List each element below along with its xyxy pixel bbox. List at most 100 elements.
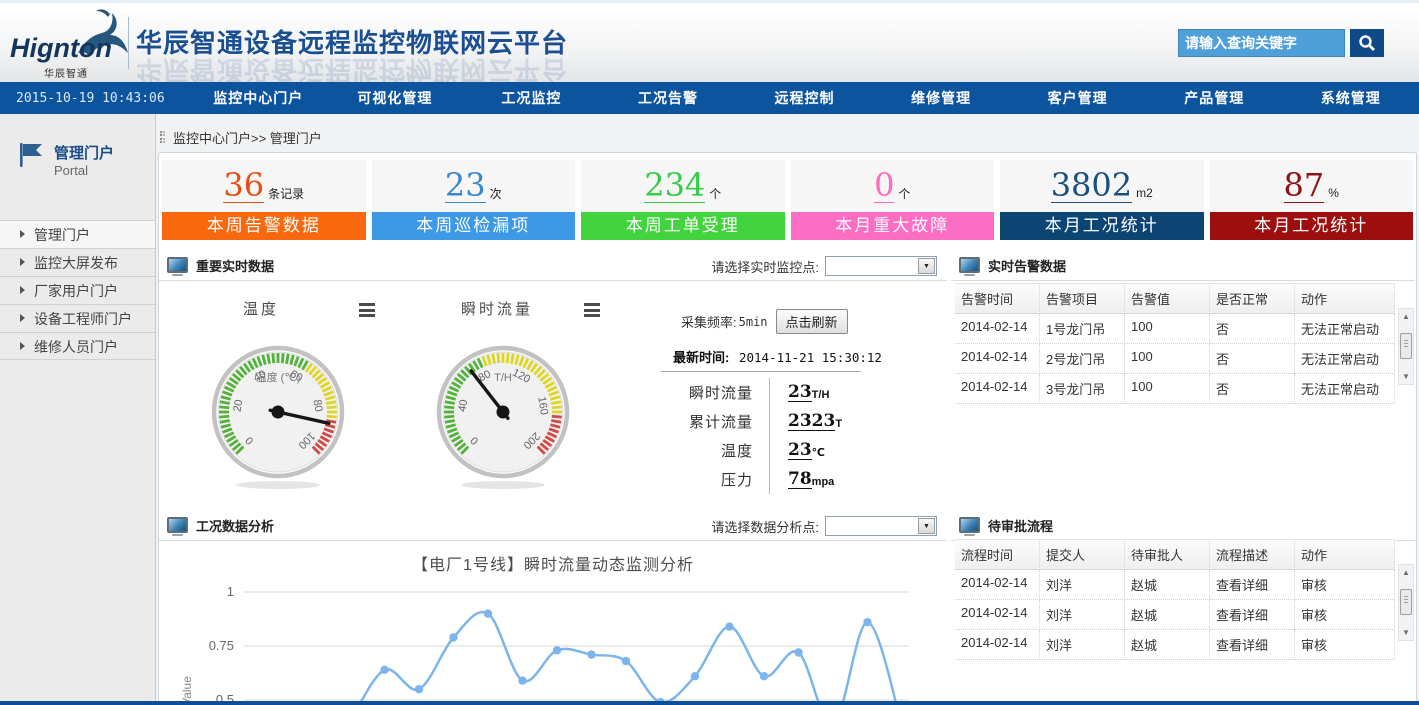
stat-card-top: 0个 xyxy=(791,160,995,212)
nav-item-7[interactable]: 产品管理 xyxy=(1146,88,1283,108)
search-icon xyxy=(1358,34,1376,52)
stat-label-bar[interactable]: 本周告警数据 xyxy=(162,212,366,240)
approval-panel-header: 待审批流程 xyxy=(951,511,1415,541)
logo-text: Hignton xyxy=(10,33,112,64)
monitor-icon xyxy=(959,257,980,273)
alarm-table-scrollbar[interactable]: ▲ ▼ xyxy=(1398,308,1414,385)
stat-card-3[interactable]: 0个本月重大故障 xyxy=(791,160,995,240)
table-cell[interactable]: 查看详细 xyxy=(1210,600,1295,630)
stat-label-bar[interactable]: 本月重大故障 xyxy=(791,212,995,240)
table-cell[interactable]: 查看详细 xyxy=(1210,570,1295,600)
flow-line-chart: 10.750.5Value xyxy=(159,541,945,705)
table-cell[interactable]: 否 xyxy=(1210,374,1295,404)
portal-subtitle: Portal xyxy=(54,163,88,178)
temperature-gauge: 020406080100温度 (℃) xyxy=(203,337,353,492)
stat-cards: 36条记录本周告警数据23次本周巡检漏项234个本周工单受理0个本月重大故障38… xyxy=(162,160,1413,240)
scrollbar-thumb[interactable] xyxy=(1400,589,1412,615)
hamburger-menu-icon[interactable] xyxy=(359,303,375,320)
monitor-icon xyxy=(167,257,188,273)
realtime-panel-header: 重要实时数据 请选择实时监控点: ▼ xyxy=(159,251,947,281)
content-container: 36条记录本周告警数据23次本周巡检漏项234个本周工单受理0个本月重大故障38… xyxy=(158,152,1417,705)
stat-unit: m2 xyxy=(1136,186,1153,200)
sidebar-item-1[interactable]: 监控大屏发布 xyxy=(0,248,155,276)
scroll-down-icon[interactable]: ▼ xyxy=(1399,372,1413,381)
stat-value[interactable]: 3802 xyxy=(1051,169,1132,203)
chevron-down-icon[interactable]: ▼ xyxy=(918,258,935,274)
stat-label-bar[interactable]: 本月工况统计 xyxy=(1210,212,1414,240)
table-action-cell[interactable]: 无法正常启动 xyxy=(1295,374,1395,404)
stat-value[interactable]: 234 xyxy=(644,169,705,203)
stat-card-4[interactable]: 3802 m2 本月工况统计 xyxy=(1000,160,1204,240)
nav-item-1[interactable]: 可视化管理 xyxy=(327,88,464,108)
logo-subtext: 华辰智通 xyxy=(44,65,88,80)
nav-item-3[interactable]: 工况告警 xyxy=(600,88,737,108)
table-header-cell: 流程描述 xyxy=(1210,539,1295,570)
table-cell[interactable]: 否 xyxy=(1210,344,1295,374)
scrollbar-thumb[interactable] xyxy=(1400,333,1412,359)
stat-unit: % xyxy=(1328,186,1339,200)
stat-label-bar[interactable]: 本周巡检漏项 xyxy=(372,212,576,240)
footer-bar xyxy=(0,701,1419,705)
table-cell: 2014-02-14 xyxy=(955,314,1040,344)
monitor-icon xyxy=(959,517,980,533)
hamburger-menu-icon[interactable] xyxy=(584,303,600,320)
sidebar-item-0[interactable]: 管理门户 xyxy=(0,220,155,248)
stat-value[interactable]: 23 xyxy=(445,169,486,203)
table-action-cell[interactable]: 无法正常启动 xyxy=(1295,344,1395,374)
chevron-down-icon[interactable]: ▼ xyxy=(918,518,935,534)
stat-label-bar[interactable]: 本周工单受理 xyxy=(581,212,785,240)
scroll-up-icon[interactable]: ▲ xyxy=(1399,312,1413,321)
reading-label: 瞬时流量 xyxy=(629,382,769,403)
table-action-cell[interactable]: 审核 xyxy=(1295,570,1395,600)
table-row[interactable]: 2014-02-143号龙门吊100否无法正常启动 xyxy=(955,374,1395,404)
search-button[interactable] xyxy=(1350,29,1384,57)
search-box xyxy=(1178,29,1345,57)
nav-items: 监控中心门户可视化管理工况监控工况告警远程控制维修管理客户管理产品管理系统管理 xyxy=(190,88,1419,108)
analysis-point-select[interactable]: ▼ xyxy=(825,516,937,536)
scroll-down-icon[interactable]: ▼ xyxy=(1399,628,1413,637)
nav-item-0[interactable]: 监控中心门户 xyxy=(190,88,327,108)
stat-label-bar[interactable]: 本月工况统计 xyxy=(1000,212,1204,240)
nav-item-6[interactable]: 客户管理 xyxy=(1009,88,1146,108)
nav-item-8[interactable]: 系统管理 xyxy=(1283,88,1419,108)
table-row[interactable]: 2014-02-14刘洋赵城查看详细审核 xyxy=(955,570,1395,600)
sample-frequency-label: 采集频率: xyxy=(681,312,737,331)
breadcrumb: 监控中心门户>> 管理门户 xyxy=(160,126,322,148)
table-action-cell[interactable]: 无法正常启动 xyxy=(1295,314,1395,344)
search-input[interactable] xyxy=(1179,30,1344,56)
main-area: 监控中心门户>> 管理门户 36条记录本周告警数据23次本周巡检漏项234个本周… xyxy=(158,114,1419,705)
stat-value[interactable]: 87 xyxy=(1284,169,1325,203)
table-cell[interactable]: 否 xyxy=(1210,314,1295,344)
reading-label: 温度 xyxy=(629,440,769,461)
table-cell[interactable]: 查看详细 xyxy=(1210,630,1295,660)
refresh-button[interactable]: 点击刷新 xyxy=(776,309,848,334)
nav-item-4[interactable]: 远程控制 xyxy=(736,88,873,108)
table-action-cell[interactable]: 审核 xyxy=(1295,630,1395,660)
nav-item-5[interactable]: 维修管理 xyxy=(873,88,1010,108)
monitor-point-select[interactable]: ▼ xyxy=(825,256,937,276)
table-header-row: 告警时间告警项目告警值是否正常动作 xyxy=(955,283,1395,314)
table-cell: 100 xyxy=(1125,344,1210,374)
stat-card-1[interactable]: 23次本周巡检漏项 xyxy=(372,160,576,240)
table-action-cell[interactable]: 审核 xyxy=(1295,600,1395,630)
table-row[interactable]: 2014-02-141号龙门吊100否无法正常启动 xyxy=(955,314,1395,344)
stat-card-2[interactable]: 234个本周工单受理 xyxy=(581,160,785,240)
sidebar-item-2[interactable]: 厂家用户门户 xyxy=(0,276,155,304)
table-cell: 赵城 xyxy=(1125,600,1210,630)
table-cell: 2号龙门吊 xyxy=(1040,344,1125,374)
stat-value[interactable]: 36 xyxy=(223,169,264,203)
table-row[interactable]: 2014-02-14刘洋赵城查看详细审核 xyxy=(955,630,1395,660)
flag-icon xyxy=(18,142,44,168)
stat-card-0[interactable]: 36条记录本周告警数据 xyxy=(162,160,366,240)
monitor-icon xyxy=(167,517,188,533)
nav-item-2[interactable]: 工况监控 xyxy=(463,88,600,108)
approval-table-scrollbar[interactable]: ▲ ▼ xyxy=(1398,564,1414,641)
table-row[interactable]: 2014-02-142号龙门吊100否无法正常启动 xyxy=(955,344,1395,374)
sidebar-item-3[interactable]: 设备工程师门户 xyxy=(0,304,155,332)
svg-text:80: 80 xyxy=(311,399,325,413)
table-row[interactable]: 2014-02-14刘洋赵城查看详细审核 xyxy=(955,600,1395,630)
stat-value[interactable]: 0 xyxy=(874,169,894,203)
stat-card-5[interactable]: 87% 本月工况统计 xyxy=(1210,160,1414,240)
scroll-up-icon[interactable]: ▲ xyxy=(1399,568,1413,577)
sidebar-item-4[interactable]: 维修人员门户 xyxy=(0,332,155,360)
